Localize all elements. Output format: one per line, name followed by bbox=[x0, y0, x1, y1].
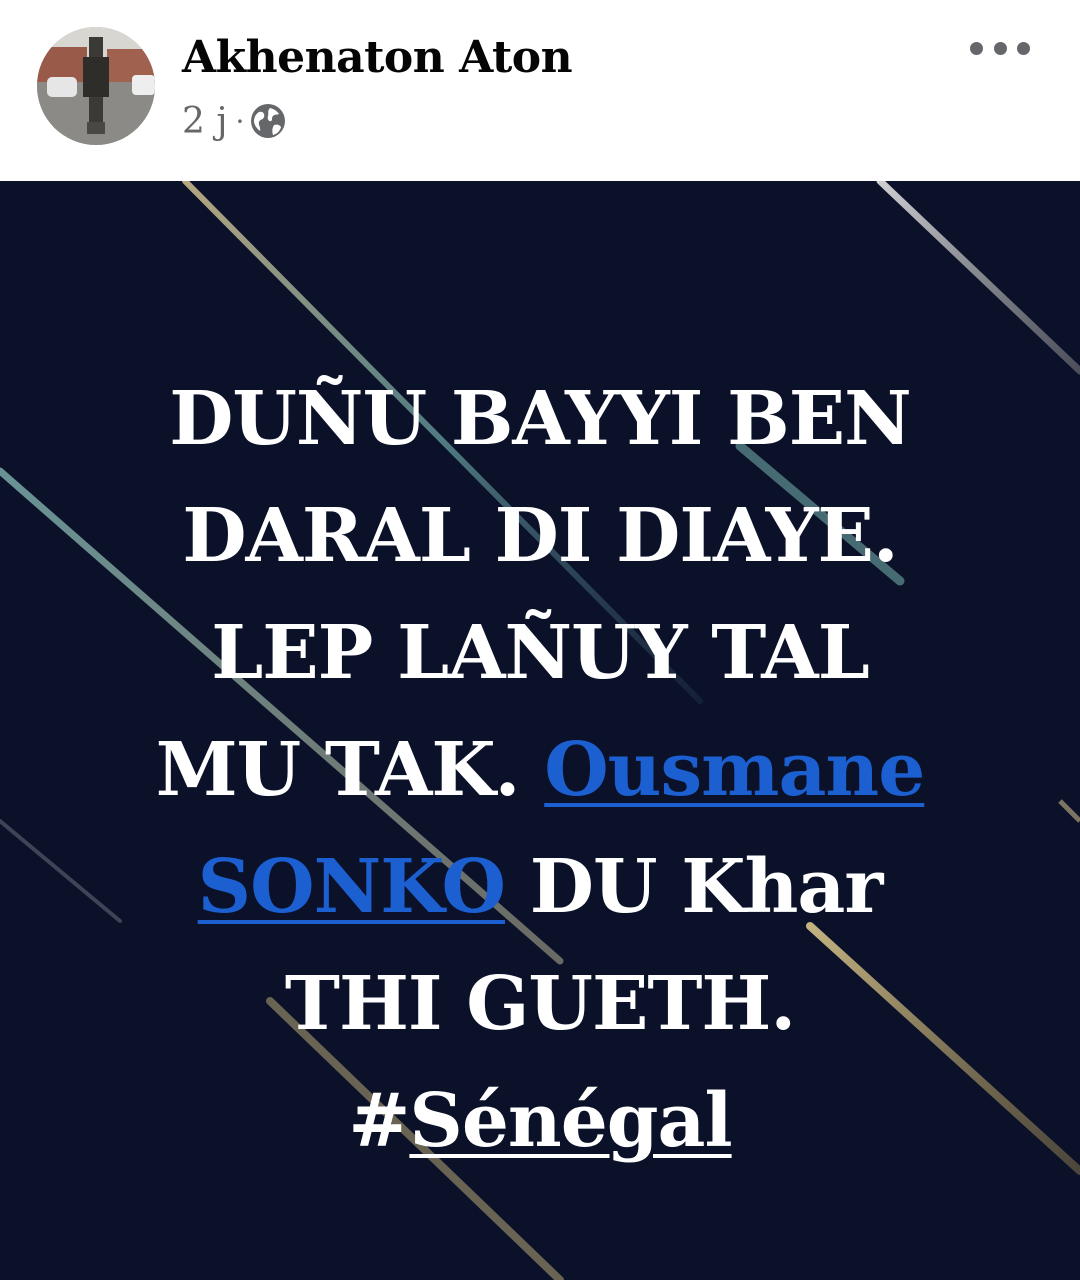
hashtag-line: #Sénégal bbox=[60, 1063, 1020, 1180]
more-horizontal-icon bbox=[970, 41, 983, 55]
mention-link-part2[interactable]: SONKO bbox=[198, 844, 506, 930]
text-line-5: SONKO DU Khar bbox=[60, 829, 1020, 946]
text-line-4-prefix: MU TAK. bbox=[155, 727, 545, 813]
post-image-text: DUÑU BAYYI BEN DARAL DI DIAYE. LEP LAÑUY… bbox=[60, 361, 1020, 1180]
meta-separator: · bbox=[235, 104, 245, 138]
text-line-2: DARAL DI DIAYE. bbox=[182, 493, 898, 579]
post-timestamp[interactable]: 2 j bbox=[182, 101, 228, 142]
hashtag-link[interactable]: Sénégal bbox=[409, 1078, 732, 1164]
post-header: Akhenaton Aton 2 j · bbox=[0, 0, 1080, 181]
text-line-4: MU TAK. Ousmane bbox=[60, 712, 1020, 829]
post-image[interactable]: DUÑU BAYYI BEN DARAL DI DIAYE. LEP LAÑUY… bbox=[0, 181, 1080, 1280]
author-avatar[interactable] bbox=[37, 27, 155, 145]
mention-link-part1[interactable]: Ousmane bbox=[544, 727, 925, 813]
facebook-post: Akhenaton Aton 2 j · DUÑU BAYYI BEN DARA… bbox=[0, 0, 1080, 1280]
text-line-3: LEP LAÑUY TAL bbox=[211, 610, 870, 696]
author-name[interactable]: Akhenaton Aton bbox=[182, 30, 573, 86]
text-line-1: DUÑU BAYYI BEN bbox=[169, 376, 912, 462]
more-options-button[interactable] bbox=[970, 30, 1030, 66]
text-line-6: THI GUETH. bbox=[284, 961, 796, 1047]
globe-icon[interactable] bbox=[250, 103, 286, 139]
text-line-5-suffix: DU Khar bbox=[505, 844, 884, 930]
post-meta: 2 j · bbox=[182, 98, 286, 144]
hashtag-symbol: # bbox=[348, 1078, 410, 1164]
